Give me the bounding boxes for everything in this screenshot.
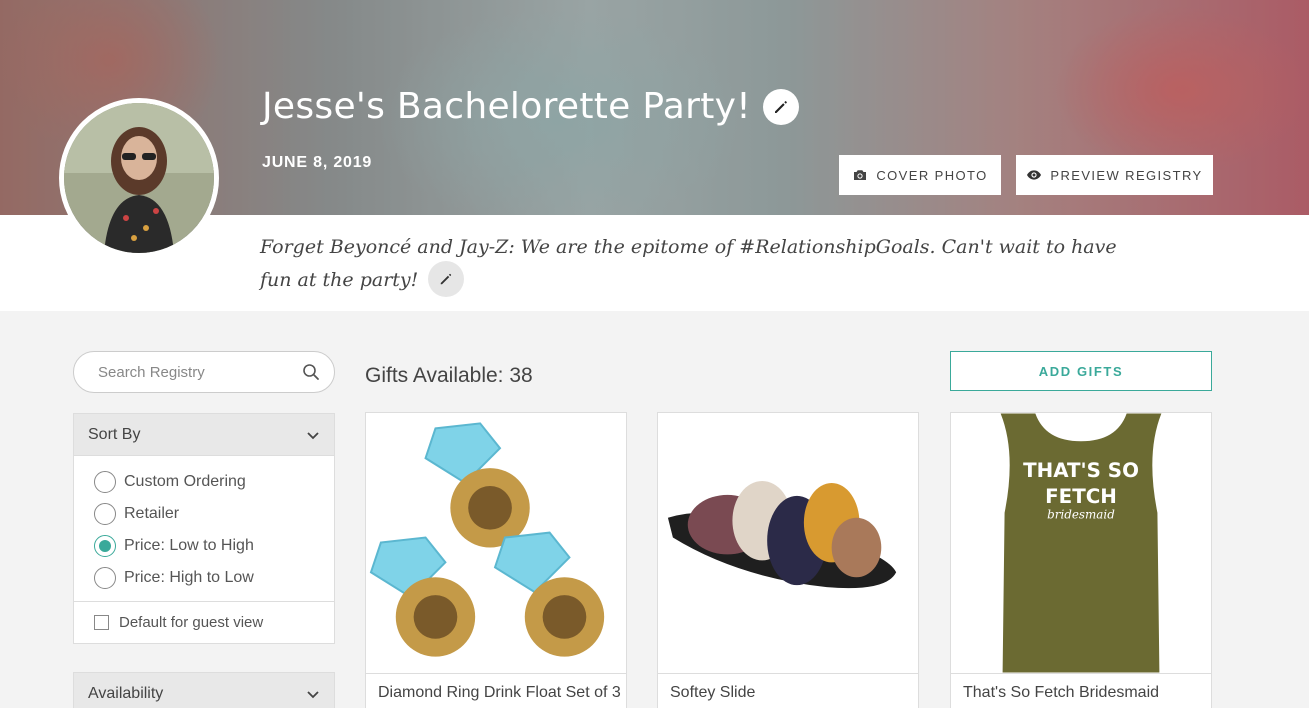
ring-float-image [366, 413, 626, 673]
sort-option-label: Custom Ordering [124, 473, 246, 490]
sort-panel-header[interactable]: Sort By [74, 414, 334, 456]
camera-icon [854, 170, 867, 180]
gift-name[interactable]: Diamond Ring Drink Float Set of 3 [366, 674, 626, 708]
gift-name[interactable]: Softey Slide [658, 674, 918, 708]
event-date: JUNE 8, 2019 [262, 154, 373, 171]
gift-card[interactable]: THAT'S SO FETCH bridesmaid That's So Fet… [950, 412, 1212, 708]
edit-title-button[interactable] [762, 88, 799, 125]
shirt-print-line-2: FETCH [1045, 485, 1117, 508]
sort-option-label: Price: High to Low [124, 569, 254, 586]
tank-top-image: THAT'S SO FETCH bridesmaid [951, 413, 1211, 673]
gift-image[interactable] [366, 413, 626, 674]
gift-card[interactable]: Diamond Ring Drink Float Set of 3 [365, 412, 627, 708]
search-icon[interactable] [302, 363, 320, 381]
search-registry-box [73, 351, 335, 393]
sort-option-retailer[interactable]: Retailer [74, 498, 334, 530]
sort-option-price-high-low[interactable]: Price: High to Low [74, 562, 334, 594]
fur-slide-image [658, 413, 918, 673]
title-row: Jesse's Bachelorette Party! [262, 86, 799, 127]
gift-image[interactable]: THAT'S SO FETCH bridesmaid [951, 413, 1211, 674]
gift-image[interactable] [658, 413, 918, 674]
sort-option-label: Retailer [124, 505, 180, 522]
cover-photo-label: COVER PHOTO [876, 167, 988, 183]
availability-panel-header[interactable]: Availability [74, 673, 334, 708]
description-text: Forget Beyoncé and Jay-Z: We are the epi… [260, 236, 1117, 291]
registry-description: Forget Beyoncé and Jay-Z: We are the epi… [260, 232, 1140, 299]
default-guest-view-checkbox[interactable] [94, 615, 109, 630]
chevron-down-icon [307, 431, 319, 439]
chevron-down-icon [307, 691, 319, 699]
sort-option-price-low-high[interactable]: Price: Low to High [74, 530, 334, 562]
sort-options: Custom Ordering Retailer Price: Low to H… [74, 456, 334, 594]
shirt-print-line-3: bridesmaid [1047, 508, 1115, 522]
availability-panel: Availability [73, 672, 335, 708]
default-guest-view-row[interactable]: Default for guest view [74, 601, 334, 643]
gifts-available-count: Gifts Available: 38 [365, 364, 533, 387]
registry-title: Jesse's Bachelorette Party! [262, 86, 751, 127]
radio-button[interactable] [94, 503, 116, 525]
preview-registry-button[interactable]: PREVIEW REGISTRY [1016, 155, 1213, 195]
availability-heading: Availability [88, 685, 164, 702]
eye-icon [1027, 170, 1042, 180]
sort-option-label: Price: Low to High [124, 537, 254, 554]
gift-card[interactable]: Softey Slide [657, 412, 919, 708]
preview-registry-label: PREVIEW REGISTRY [1050, 167, 1203, 183]
shirt-print-line-1: THAT'S SO [1023, 459, 1139, 482]
default-guest-view-label: Default for guest view [119, 614, 264, 631]
pencil-icon [774, 100, 787, 113]
sort-option-custom-ordering[interactable]: Custom Ordering [74, 466, 334, 498]
sort-heading: Sort By [88, 425, 141, 443]
edit-description-button[interactable] [428, 261, 465, 297]
sort-panel: Sort By Custom Ordering Retailer Price: … [73, 413, 335, 644]
cover-photo-button[interactable]: COVER PHOTO [839, 155, 1001, 195]
radio-button-selected[interactable] [94, 535, 116, 557]
add-gifts-button[interactable]: ADD GIFTS [950, 351, 1212, 391]
pencil-icon [441, 273, 452, 285]
avatar-image [64, 103, 214, 253]
profile-avatar[interactable] [59, 98, 219, 258]
radio-button[interactable] [94, 567, 116, 589]
gift-name[interactable]: That's So Fetch Bridesmaid [951, 674, 1211, 708]
search-input[interactable] [98, 363, 302, 381]
radio-button[interactable] [94, 471, 116, 493]
